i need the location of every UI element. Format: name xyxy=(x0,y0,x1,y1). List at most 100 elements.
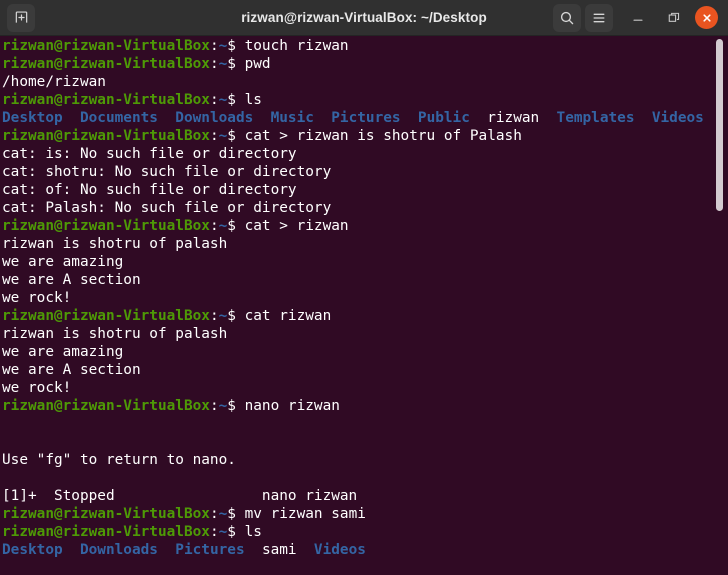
prompt-user-host: rizwan@rizwan-VirtualBox xyxy=(2,218,210,234)
terminal-output-text: we are amazing xyxy=(2,254,124,270)
prompt-colon: : xyxy=(209,506,219,522)
menu-button[interactable] xyxy=(585,3,613,32)
prompt-sigil: $ xyxy=(227,308,245,324)
terminal-output-text: we rock! xyxy=(2,380,72,396)
terminal-output-line: rizwan is shotru of palash xyxy=(2,325,728,343)
prompt-path: ~ xyxy=(218,524,228,540)
terminal-command-line: rizwan@rizwan-VirtualBox:~$ ls xyxy=(2,91,728,109)
ls-entry-directory: Videos xyxy=(313,542,366,558)
terminal-command: cat rizwan xyxy=(244,308,332,324)
prompt-user-host: rizwan@rizwan-VirtualBox xyxy=(2,506,210,522)
terminal-output-text: Use "fg" to return to nano. xyxy=(2,452,236,468)
terminal-output-text: we rock! xyxy=(2,290,72,306)
terminal-output-line: we are amazing xyxy=(2,253,728,271)
prompt-path: ~ xyxy=(218,56,228,72)
prompt-path: ~ xyxy=(218,506,228,522)
terminal-body[interactable]: rizwan@rizwan-VirtualBox:~$ touch rizwan… xyxy=(0,36,728,575)
prompt-user-host: rizwan@rizwan-VirtualBox xyxy=(2,38,210,54)
terminal-command-line: rizwan@rizwan-VirtualBox:~$ cat > rizwan xyxy=(2,217,728,235)
prompt-colon: : xyxy=(209,56,219,72)
terminal-output-text: [1]+ Stopped nano rizwan xyxy=(2,488,358,504)
maximize-icon xyxy=(668,12,680,22)
terminal-scrollbar[interactable] xyxy=(712,36,726,575)
new-tab-icon xyxy=(15,11,27,23)
prompt-path: ~ xyxy=(218,38,228,54)
title-bar-left-group xyxy=(0,3,35,32)
prompt-sigil: $ xyxy=(227,398,245,414)
ls-gap xyxy=(253,110,270,126)
ls-gap xyxy=(314,110,331,126)
prompt-user-host: rizwan@rizwan-VirtualBox xyxy=(2,398,210,414)
title-bar: rizwan@rizwan-VirtualBox: ~/Desktop xyxy=(0,0,728,36)
terminal-command-line: rizwan@rizwan-VirtualBox:~$ cat rizwan xyxy=(2,307,728,325)
ls-entry-directory: Desktop xyxy=(2,110,63,126)
terminal-ls-output: Desktop Documents Downloads Music Pictur… xyxy=(2,109,728,127)
prompt-colon: : xyxy=(209,92,219,108)
hamburger-menu-icon xyxy=(593,13,605,22)
ls-gap xyxy=(539,110,556,126)
terminal-command: nano rizwan xyxy=(244,398,340,414)
terminal-output-line: cat: is: No such file or directory xyxy=(2,145,728,163)
ls-entry-directory: Downloads xyxy=(79,542,158,558)
ls-gap xyxy=(158,110,175,126)
terminal-command: touch rizwan xyxy=(244,38,349,54)
prompt-sigil: $ xyxy=(227,56,245,72)
terminal-output-line: we are A section xyxy=(2,271,728,289)
terminal-output-line: we rock! xyxy=(2,379,728,397)
terminal-command-line: rizwan@rizwan-VirtualBox:~$ cat > rizwan… xyxy=(2,127,728,145)
prompt-path: ~ xyxy=(218,398,228,414)
terminal-output-text: rizwan is shotru of palash xyxy=(2,326,228,342)
terminal-command: cat > rizwan is shotru of Palash xyxy=(244,128,522,144)
prompt-user-host: rizwan@rizwan-VirtualBox xyxy=(2,308,210,324)
terminal-command: ls xyxy=(244,92,262,108)
minimize-icon xyxy=(633,19,643,21)
terminal-output-text: we are A section xyxy=(2,272,141,288)
prompt-sigil: $ xyxy=(227,38,245,54)
prompt-path: ~ xyxy=(218,308,228,324)
ls-entry-directory: Documents xyxy=(79,110,158,126)
terminal-output-text: we are A section xyxy=(2,362,141,378)
prompt-colon: : xyxy=(209,128,219,144)
prompt-user-host: rizwan@rizwan-VirtualBox xyxy=(2,92,210,108)
terminal-command-line: rizwan@rizwan-VirtualBox:~$ mv rizwan sa… xyxy=(2,505,728,523)
ls-entry-directory: Desktop xyxy=(2,542,63,558)
ls-entry-directory: Downloads xyxy=(175,110,254,126)
terminal-output-line: cat: Palash: No such file or directory xyxy=(2,199,728,217)
close-button[interactable] xyxy=(695,6,718,29)
terminal-ls-output: Desktop Downloads Pictures sami Videos xyxy=(2,541,728,559)
prompt-user-host: rizwan@rizwan-VirtualBox xyxy=(2,56,210,72)
terminal-screen[interactable]: rizwan@rizwan-VirtualBox:~$ touch rizwan… xyxy=(2,36,728,559)
prompt-sigil: $ xyxy=(227,524,245,540)
prompt-colon: : xyxy=(209,308,219,324)
ls-gap xyxy=(401,110,418,126)
terminal-command: mv rizwan sami xyxy=(244,506,366,522)
ls-entry-directory: Pictures xyxy=(331,110,401,126)
maximize-button[interactable] xyxy=(659,4,689,32)
minimize-button[interactable] xyxy=(623,4,653,32)
terminal-command-line: rizwan@rizwan-VirtualBox:~$ nano rizwan xyxy=(2,397,728,415)
prompt-path: ~ xyxy=(218,92,228,108)
terminal-output-line: we are A section xyxy=(2,361,728,379)
terminal-output-text: cat: is: No such file or directory xyxy=(2,146,297,162)
terminal-output-line: [1]+ Stopped nano rizwan xyxy=(2,487,728,505)
prompt-sigil: $ xyxy=(227,128,245,144)
terminal-window: rizwan@rizwan-VirtualBox: ~/Desktop rizw… xyxy=(0,0,728,575)
search-button[interactable] xyxy=(553,3,581,32)
prompt-sigil: $ xyxy=(227,506,245,522)
new-tab-button[interactable] xyxy=(7,3,35,32)
terminal-output-line: cat: of: No such file or directory xyxy=(2,181,728,199)
ls-entry-directory: Public xyxy=(417,110,470,126)
terminal-output-line: we are amazing xyxy=(2,343,728,361)
ls-gap xyxy=(470,110,487,126)
ls-entry-directory: Templates xyxy=(556,110,635,126)
prompt-user-host: rizwan@rizwan-VirtualBox xyxy=(2,128,210,144)
terminal-output-text: cat: Palash: No such file or directory xyxy=(2,200,332,216)
ls-entry-directory: Videos xyxy=(651,110,704,126)
ls-entry-directory: Music xyxy=(270,110,314,126)
prompt-path: ~ xyxy=(218,218,228,234)
prompt-colon: : xyxy=(209,38,219,54)
terminal-command: ls xyxy=(244,524,262,540)
prompt-user-host: rizwan@rizwan-VirtualBox xyxy=(2,524,210,540)
scrollbar-thumb[interactable] xyxy=(716,39,723,211)
